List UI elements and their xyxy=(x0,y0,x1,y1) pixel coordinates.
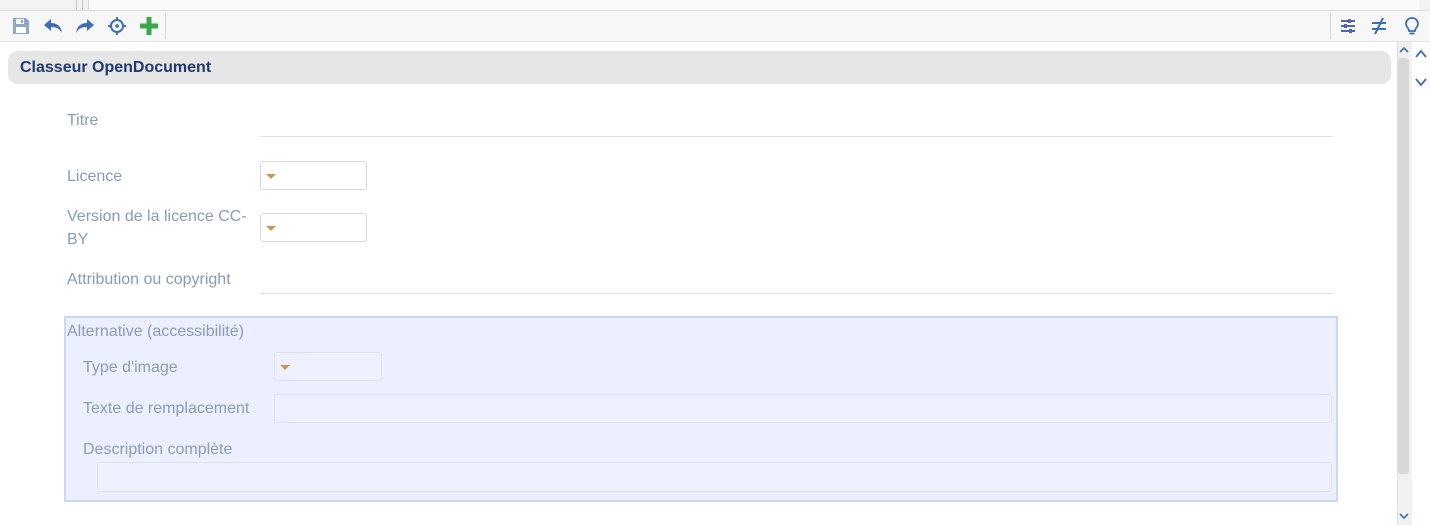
save-icon xyxy=(13,18,29,34)
add-icon xyxy=(140,17,158,35)
lightbulb-icon xyxy=(1405,17,1419,35)
version-licence-label-line1: Version de la licence CC- xyxy=(67,208,247,225)
version-licence-select[interactable] xyxy=(260,213,367,242)
compare-button[interactable] xyxy=(1367,14,1391,38)
top-strip xyxy=(0,0,1430,11)
undo-icon xyxy=(44,19,62,33)
previous-section-button[interactable] xyxy=(1413,46,1429,62)
redo-button[interactable] xyxy=(73,14,97,38)
alternative-group: Alternative (accessibilité) Type d'image… xyxy=(64,316,1338,502)
strip-pane xyxy=(88,0,1419,10)
scroll-down-button[interactable] xyxy=(1397,509,1411,523)
chevron-up-icon xyxy=(1399,46,1409,53)
toolbar xyxy=(0,11,1430,42)
description-input[interactable] xyxy=(97,462,1332,492)
scroll-up-button[interactable] xyxy=(1397,43,1411,57)
caret-down-icon xyxy=(280,365,290,370)
type-image-select[interactable] xyxy=(274,352,382,381)
toolbar-separator xyxy=(1330,13,1331,39)
scroll-thumb[interactable] xyxy=(1398,58,1409,474)
sliders-icon xyxy=(1341,19,1355,33)
next-section-button[interactable] xyxy=(1413,74,1429,90)
undo-button[interactable] xyxy=(41,14,65,38)
form-panel: Classeur OpenDocument Titre Licence Vers… xyxy=(5,42,1394,525)
strip-divider xyxy=(76,0,77,10)
alternative-legend: Alternative (accessibilité) xyxy=(67,323,244,340)
type-image-label: Type d'image xyxy=(83,359,178,376)
strip-divider xyxy=(82,0,83,10)
version-licence-label-line2: BY xyxy=(67,231,89,248)
licence-select[interactable] xyxy=(260,161,367,190)
texte-remplacement-label: Texte de remplacement xyxy=(83,400,250,417)
locate-icon xyxy=(108,17,126,35)
caret-down-icon xyxy=(266,174,276,179)
caret-down-icon xyxy=(266,226,276,231)
add-button[interactable] xyxy=(137,14,161,38)
section-header[interactable]: Classeur OpenDocument xyxy=(8,51,1391,84)
redo-icon xyxy=(76,19,94,33)
locate-button[interactable] xyxy=(105,14,129,38)
attribution-label: Attribution ou copyright xyxy=(67,271,231,288)
description-label: Description complète xyxy=(83,441,233,458)
toolbar-separator xyxy=(165,13,166,39)
chevron-down-icon xyxy=(1399,513,1409,520)
not-equal-icon xyxy=(1372,17,1386,35)
hint-button[interactable] xyxy=(1400,14,1424,38)
vertical-scrollbar[interactable] xyxy=(1395,42,1430,525)
section-title: Classeur OpenDocument xyxy=(20,59,212,76)
titre-label: Titre xyxy=(67,112,99,129)
chevron-up-icon xyxy=(1415,49,1427,58)
titre-input[interactable] xyxy=(260,136,1333,137)
filter-settings-button[interactable] xyxy=(1336,14,1360,38)
save-button[interactable] xyxy=(9,14,33,38)
texte-remplacement-input[interactable] xyxy=(274,394,1332,423)
attribution-input[interactable] xyxy=(260,293,1333,294)
chevron-down-icon xyxy=(1415,78,1427,87)
licence-label: Licence xyxy=(67,168,123,185)
